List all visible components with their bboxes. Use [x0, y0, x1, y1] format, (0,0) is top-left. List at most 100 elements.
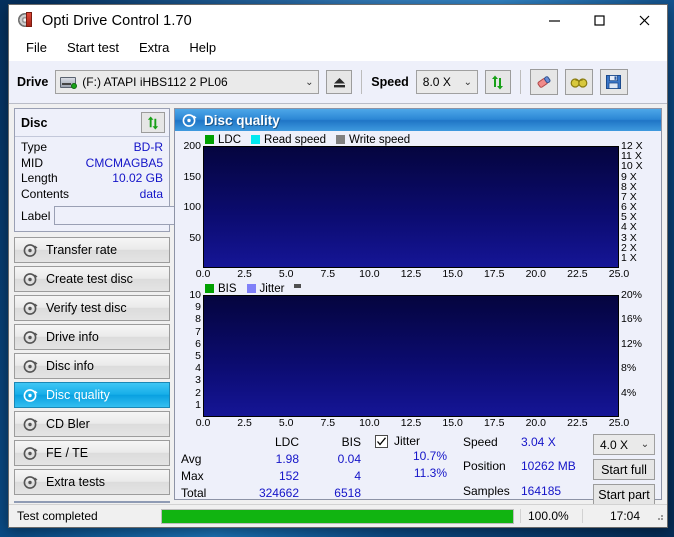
menu-bar: File Start test Extra Help: [9, 36, 667, 60]
x-tick: 22.5: [567, 417, 588, 429]
jitter-max-value: 11.3%: [413, 466, 447, 480]
charts-area: LDC Read speed Write speed 50 100 150 200 1…: [175, 131, 661, 505]
jitter-label: Jitter: [394, 434, 421, 448]
x-tick: 12.5: [400, 268, 422, 280]
eraser-button[interactable]: [529, 69, 558, 95]
sidebar-item-disc-quality[interactable]: Disc quality: [14, 382, 170, 408]
eject-button[interactable]: [326, 70, 353, 94]
y-tick-left: 5: [195, 350, 201, 362]
sidebar-item-transfer-rate[interactable]: Transfer rate: [14, 237, 170, 263]
y-tick-left: 10: [189, 289, 201, 301]
status-bar: Test completed 100.0% 17:04: [9, 504, 667, 527]
glasses-button[interactable]: [564, 69, 593, 95]
drive-icon: [60, 75, 78, 89]
y-tick-left: 7: [195, 325, 201, 338]
chart2-x-axis: 0.0 2.5 5.0 7.5 10.0 12.5 15.0 17.5 20.0 22.5 25.0…: [177, 417, 659, 431]
jitter-avg-value: 10.7%: [412, 449, 447, 463]
minimize-icon[interactable]: [532, 5, 577, 36]
stats-bis-avg: 0.04: [337, 452, 361, 466]
y-tick-right: 12 X: [621, 140, 643, 152]
toolbar-divider: [519, 70, 521, 94]
disc-icon: [23, 330, 38, 345]
x-tick: 10.0: [359, 417, 380, 429]
legend-swatch-ldc: [205, 135, 214, 144]
save-button[interactable]: [599, 69, 628, 95]
stats-header-ldc: LDC: [274, 435, 299, 449]
disc-row-contents: Contents data: [21, 187, 163, 203]
test-speed-select[interactable]: 4.0 X ⌄: [593, 434, 655, 455]
sidebar-item-fe-te[interactable]: FE / TE: [14, 440, 170, 466]
main-panel: Disc quality LDC Read speed Write speed …: [174, 108, 662, 505]
start-full-button[interactable]: Start full: [593, 459, 655, 480]
disc-icon: [23, 475, 38, 490]
disc-icon: [23, 243, 38, 258]
sidebar-item-label: FE / TE: [46, 446, 89, 460]
menu-extra[interactable]: Extra: [130, 38, 178, 58]
resize-grip[interactable]: [654, 511, 664, 521]
disc-mid-label: MID: [21, 155, 43, 170]
disc-row-mid: MID CMCMAGBA5: [21, 156, 163, 172]
stats-row-label-max: Max: [181, 469, 204, 483]
sidebar-item-disc-info[interactable]: Disc info: [14, 353, 170, 379]
sidebar-item-verify-test-disc[interactable]: Verify test disc: [14, 295, 170, 321]
chart1-y-axis-left: 50 100 150 200: [177, 140, 203, 268]
error-stats-grid: LDC BIS Avg 1.98 0.04 Max 152 4 Total 32…: [181, 434, 361, 502]
x-tick: 25.0: [608, 417, 630, 429]
chart1-plot[interactable]: [203, 146, 619, 268]
sidebar-item-drive-info[interactable]: Drive info: [14, 324, 170, 350]
y-tick-left: 9: [195, 301, 201, 314]
legend-label-jitter: Jitter: [259, 282, 285, 295]
menu-file[interactable]: File: [17, 38, 56, 58]
chart2-plot-wrap: 1 2 3 4 5 6 7 8 9 10 4% 8% 12% 16% 20%: [177, 289, 659, 417]
chart1-x-axis: 0.0 2.5 5.0 7.5 10.0 12.5 15.0 17.5 20.0 22.5 25.0…: [177, 268, 659, 282]
x-tick: 0.0: [195, 268, 211, 280]
y-tick-left: 200: [183, 140, 201, 152]
disc-refresh-button[interactable]: [141, 112, 165, 133]
sidebar-item-extra-tests[interactable]: Extra tests: [14, 469, 170, 495]
sidebar-item-cd-bler[interactable]: CD Bler: [14, 411, 170, 437]
stats-header-bis: BIS: [341, 435, 361, 449]
disc-contents-value: data: [139, 186, 163, 201]
progress-fill: [162, 509, 513, 523]
x-tick: 5.0: [278, 268, 294, 280]
progress-percent: 100.0%: [520, 509, 582, 523]
chart1-plot-wrap: 50 100 150 200 1 X2 X3 X4 X5 X6 X7 X8 X9 X1…: [177, 140, 659, 268]
disc-icon: [23, 446, 38, 461]
jitter-checkbox[interactable]: [375, 434, 388, 448]
disc-contents-label: Contents: [21, 186, 70, 201]
menu-help[interactable]: Help: [180, 38, 225, 58]
menu-start-test[interactable]: Start test: [58, 38, 128, 58]
x-tick: 7.5: [320, 268, 336, 280]
x-tick: 22.5: [567, 268, 588, 280]
toolbar: Drive (F:) ATAPI iHBS112 2 PL06 ⌄ Speed …: [9, 60, 667, 104]
chevron-down-icon: ⌄: [305, 76, 314, 88]
y-tick-left: 8: [195, 313, 201, 326]
legend-label-bis: BIS: [218, 282, 237, 295]
start-part-button[interactable]: Start part: [593, 484, 655, 505]
y-tick-left: 150: [183, 170, 201, 183]
legend-swatch-read-speed: [251, 135, 261, 144]
sidebar-item-label: Extra tests: [46, 475, 106, 489]
chart2-plot[interactable]: [203, 295, 619, 417]
sidebar-item-create-test-disc[interactable]: Create test disc: [14, 266, 170, 292]
app-disc-icon: [18, 12, 35, 29]
refresh-button[interactable]: [484, 70, 511, 94]
close-icon[interactable]: [622, 5, 667, 36]
disc-label-row: Label: [21, 205, 266, 226]
disc-info-panel: Disc Type BD-R MID CMCMAGBA5 Length 10.0…: [14, 108, 266, 232]
y-tick-left: 6: [195, 337, 201, 350]
y-tick-left: 3: [195, 374, 201, 387]
disc-icon: [23, 359, 38, 374]
chevron-down-icon: ⌄: [640, 439, 650, 450]
stats-panel: LDC BIS Avg 1.98 0.04 Max 152 4 Total 32…: [177, 431, 659, 509]
drive-select[interactable]: (F:) ATAPI iHBS112 2 PL06 ⌄: [55, 70, 320, 94]
window-controls: [532, 5, 667, 36]
x-tick: 17.5: [483, 417, 505, 429]
speed-select[interactable]: 8.0 X ⌄: [415, 70, 478, 94]
maximize-icon[interactable]: [577, 5, 622, 36]
disc-icon: [23, 272, 38, 287]
stats-ldc-avg: 1.98: [275, 452, 299, 466]
y-tick-left: 100: [183, 201, 201, 213]
x-tick: 17.5: [483, 268, 505, 280]
